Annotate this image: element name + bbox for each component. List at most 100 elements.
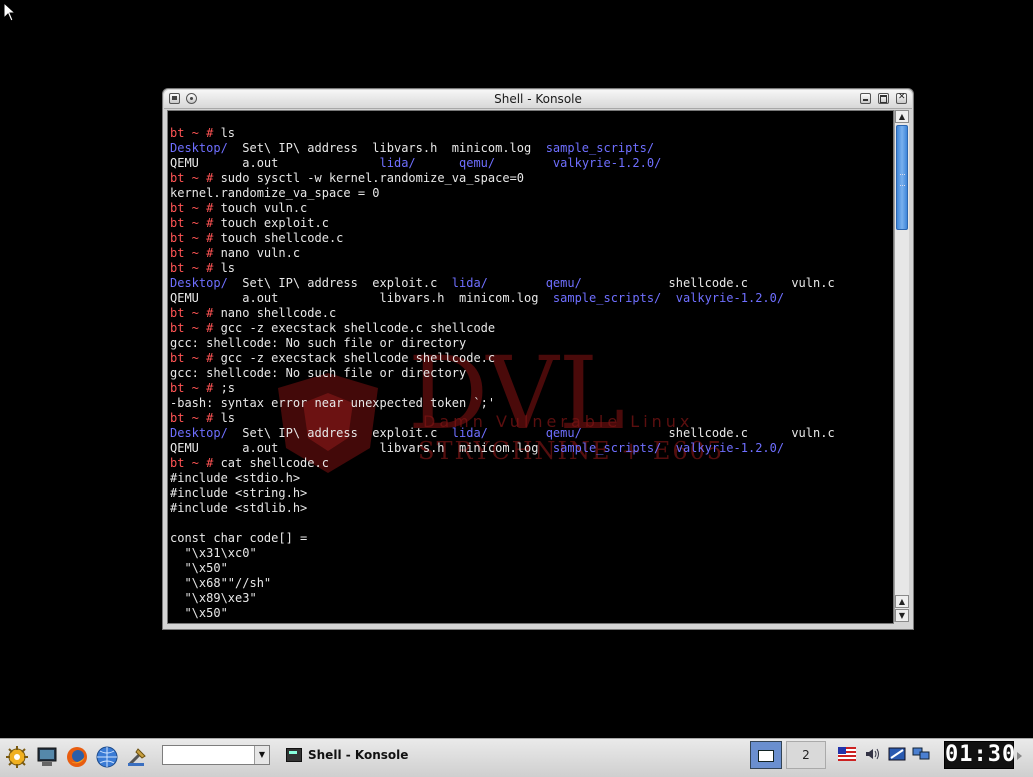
terminal-line: const char code[] =: [170, 531, 835, 546]
terminal-text: shellcode.c vuln.c: [581, 276, 835, 290]
terminal-area[interactable]: DVL Damn Vulnerable Linux STRYCHNINE + E…: [167, 110, 894, 624]
terminal-line: bt ~ # ls: [170, 411, 835, 426]
terminal-text: gcc: shellcode: No such file or director…: [170, 366, 467, 380]
shell-prompt: bt ~ #: [170, 381, 221, 395]
terminal-text: nano vuln.c: [220, 246, 301, 260]
directory-name: lida/: [379, 156, 416, 170]
maximize-button[interactable]: [878, 93, 889, 104]
terminal-text: touch shellcode.c: [220, 231, 344, 245]
pager-desktop-2[interactable]: 2: [786, 741, 826, 769]
shell-prompt: bt ~ #: [170, 126, 221, 140]
taskbar: ▼ Shell - Konsole 2 01:30: [0, 738, 1033, 777]
terminal-line: QEMU a.out libvars.h minicom.log sample_…: [170, 441, 835, 456]
konsole-icon: [286, 748, 302, 762]
terminal-output: bt ~ # ls Desktop/ Set\ IP\ address libva…: [170, 126, 835, 621]
terminal-text: Set\ IP\ address libvars.h minicom.log: [227, 141, 546, 155]
close-button[interactable]: [896, 92, 907, 104]
command-combo-box[interactable]: ▼: [162, 745, 270, 765]
terminal-line: QEMU a.out lida/ qemu/ valkyrie-1.2.0/: [170, 156, 835, 171]
terminal-line: -bash: syntax error near unexpected toke…: [170, 396, 835, 411]
shell-prompt: bt ~ #: [170, 306, 221, 320]
panel-hide-arrow-icon[interactable]: [1017, 752, 1022, 760]
terminal-line: bt ~ # cat shellcode.c: [170, 456, 835, 471]
terminal-line: bt ~ # touch exploit.c: [170, 216, 835, 231]
shell-prompt: bt ~ #: [170, 171, 221, 185]
minimize-button[interactable]: [860, 93, 871, 104]
terminal-text: gcc -z execstack shellcode.c shellcode: [220, 321, 496, 335]
taskbar-item-label: Shell - Konsole: [308, 748, 409, 762]
terminal-text: ls: [220, 411, 236, 425]
terminal-line: bt ~ # ls: [170, 126, 835, 141]
terminal-text: Set\ IP\ address exploit.c: [227, 276, 452, 290]
desktop-icon[interactable]: [35, 745, 59, 769]
tool-icon[interactable]: [125, 745, 149, 769]
terminal-line: "\x68""//sh": [170, 576, 835, 591]
terminal-text: shellcode.c vuln.c: [581, 426, 835, 440]
volume-icon[interactable]: [864, 747, 882, 761]
scroll-up-arrow-icon-lower[interactable]: ▲: [895, 595, 909, 608]
terminal-text: "\x89\xe3": [170, 591, 257, 605]
terminal-text: "\x50": [170, 606, 228, 620]
terminal-scrollbar[interactable]: ▲ ▲ ▼: [894, 110, 909, 622]
shell-prompt: bt ~ #: [170, 231, 221, 245]
terminal-line: Desktop/ Set\ IP\ address exploit.c lida…: [170, 426, 835, 441]
terminal-text: #include <string.h>: [170, 486, 308, 500]
directory-name: Desktop/: [170, 426, 228, 440]
scroll-down-arrow-icon[interactable]: ▼: [895, 609, 909, 622]
shell-prompt: bt ~ #: [170, 216, 221, 230]
window-title: Shell - Konsole: [494, 92, 582, 106]
directory-name: sample_scripts/: [552, 291, 662, 305]
chevron-down-icon[interactable]: ▼: [254, 746, 269, 764]
title-bar[interactable]: Shell - Konsole: [164, 90, 912, 109]
terminal-line: bt ~ # touch shellcode.c: [170, 231, 835, 246]
terminal-text: Set\ IP\ address exploit.c: [227, 426, 452, 440]
mouse-pointer-icon: [3, 2, 17, 22]
pager-desktop-1[interactable]: [750, 741, 782, 769]
terminal-line: "\x50": [170, 561, 835, 576]
terminal-text: const char code[] =: [170, 531, 308, 545]
terminal-text: "\x50": [170, 561, 228, 575]
directory-name: Desktop/: [170, 141, 228, 155]
terminal-text: -bash: syntax error near unexpected toke…: [170, 396, 496, 410]
terminal-text: cat shellcode.c: [220, 456, 329, 470]
terminal-line: bt ~ # ls: [170, 261, 835, 276]
terminal-text: #include <stdio.h>: [170, 471, 301, 485]
scrollbar-thumb[interactable]: [896, 125, 908, 230]
kde-menu-icon[interactable]: [5, 745, 29, 769]
scroll-up-arrow-icon[interactable]: ▲: [895, 110, 909, 123]
firefox-icon[interactable]: [65, 745, 89, 769]
taskbar-item-konsole[interactable]: Shell - Konsole: [286, 744, 408, 766]
terminal-line: kernel.randomize_va_space = 0: [170, 186, 835, 201]
directory-name: lida/: [451, 276, 488, 290]
terminal-line: #include <string.h>: [170, 486, 835, 501]
us-flag-icon[interactable]: [838, 747, 856, 761]
terminal-line: bt ~ # sudo sysctl -w kernel.randomize_v…: [170, 171, 835, 186]
terminal-line: #include <stdlib.h>: [170, 501, 835, 516]
shell-prompt: bt ~ #: [170, 411, 221, 425]
terminal-line: bt ~ # ;s: [170, 381, 835, 396]
directory-name: lida/: [451, 426, 488, 440]
clock[interactable]: 01:30: [944, 741, 1015, 769]
directory-name: Desktop/: [170, 276, 228, 290]
network-icon[interactable]: [888, 747, 906, 761]
shell-prompt: bt ~ #: [170, 351, 221, 365]
terminal-line: #include <stdio.h>: [170, 471, 835, 486]
directory-name: valkyrie-1.2.0/: [675, 441, 785, 455]
browser-globe-icon[interactable]: [95, 745, 119, 769]
display-icon[interactable]: [912, 747, 930, 761]
directory-name: sample_scripts/: [545, 141, 655, 155]
directory-name: sample_scripts/: [552, 441, 662, 455]
terminal-text: ls: [220, 126, 236, 140]
terminal-line: bt ~ # touch vuln.c: [170, 201, 835, 216]
konsole-window: Shell - Konsole DVL Damn Vulnerable Linu…: [162, 88, 914, 630]
terminal-line: gcc: shellcode: No such file or director…: [170, 366, 835, 381]
terminal-line: "\x89\xe3": [170, 591, 835, 606]
terminal-text: gcc: shellcode: No such file or director…: [170, 336, 467, 350]
terminal-text: sudo sysctl -w kernel.randomize_va_space…: [220, 171, 525, 185]
